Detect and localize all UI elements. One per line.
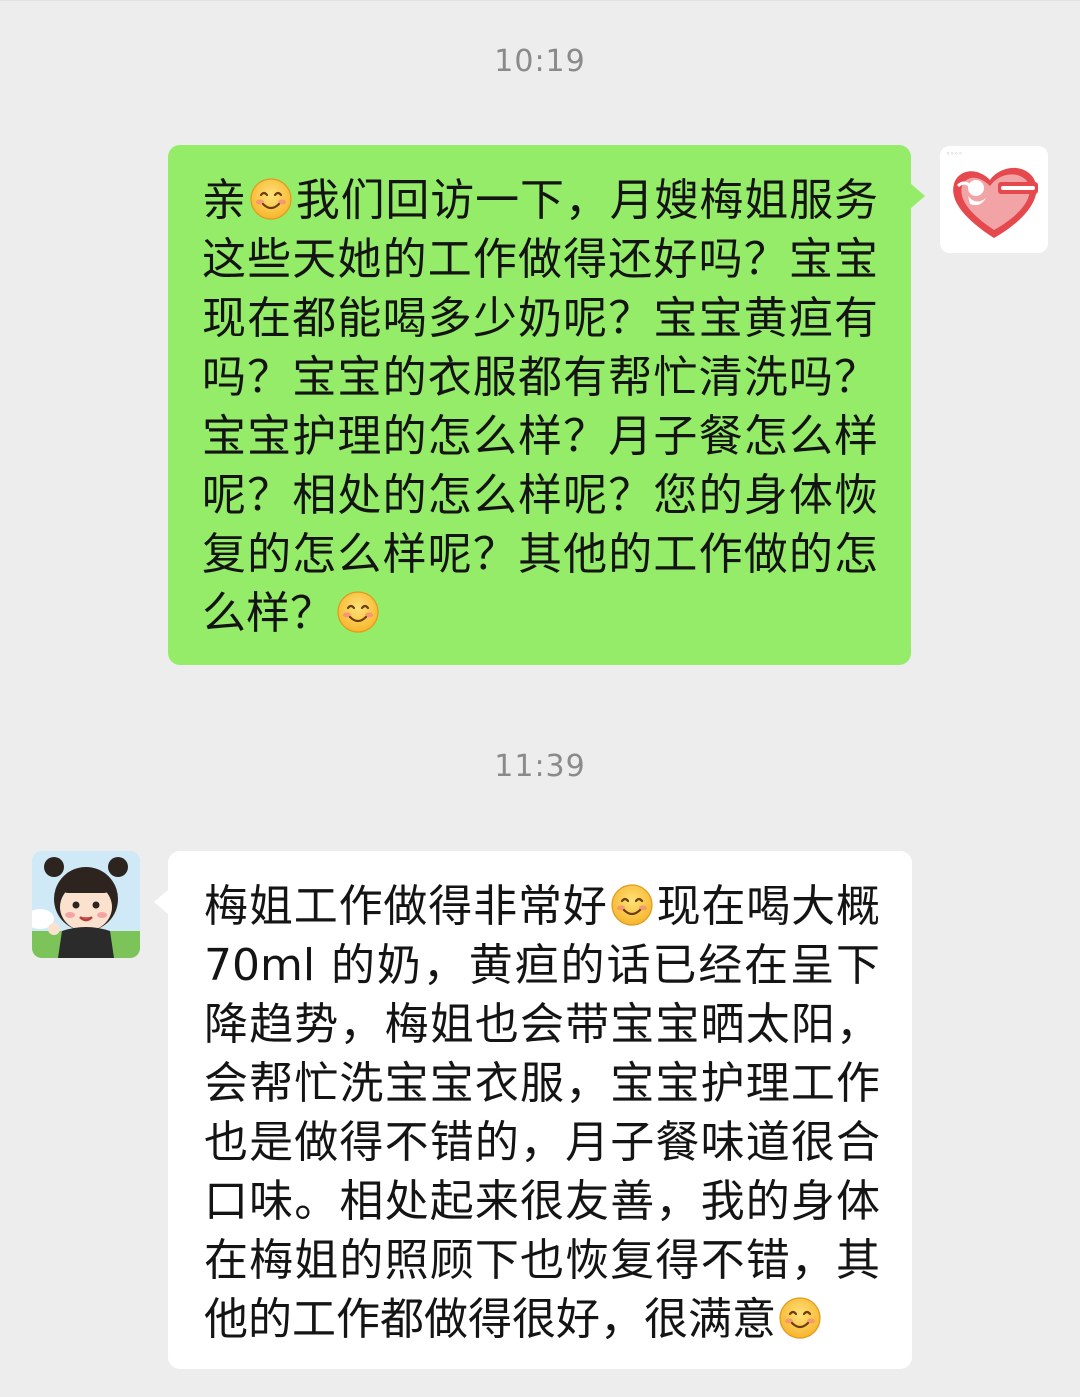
- message-text-segment: 口味。相处起来很友善，我的身体: [204, 1176, 880, 1227]
- message-line: 吗？宝宝的衣服都有帮忙清洗吗？: [202, 348, 878, 407]
- smile-emoji-icon: [249, 177, 293, 221]
- message-text-segment: 么样？: [202, 588, 334, 639]
- message-text-segment: 这些天她的工作做得还好吗？宝宝: [202, 234, 878, 285]
- message-line: 70ml 的奶，黄疸的话已经在呈下: [204, 936, 880, 995]
- contact-avatar[interactable]: [32, 851, 140, 958]
- incoming-message-text: 梅姐工作做得非常好 现在喝大概 70ml 的奶，黄疸的话已经在呈下 降趋势，梅姐也会带…: [204, 877, 880, 1349]
- message-line: 复的怎么样呢？其他的工作做的怎: [202, 525, 878, 584]
- smile-emoji-icon: [778, 1296, 822, 1340]
- message-line: 呢？相处的怎么样呢？您的身体恢: [202, 466, 878, 525]
- message-text-segment: 在梅姐的照顾下也恢复得不错，其: [204, 1235, 880, 1286]
- message-text-segment: 宝宝护理的怎么样？月子餐怎么样: [202, 411, 878, 462]
- svg-text:◦◦◦◦: ◦◦◦◦: [946, 150, 963, 158]
- message-line: 这些天她的工作做得还好吗？宝宝: [202, 230, 878, 289]
- message-line: 宝宝护理的怎么样？月子餐怎么样: [202, 407, 878, 466]
- message-text-segment: 他的工作都做得很好，很满意: [204, 1294, 776, 1345]
- message-text-segment: 呢？相处的怎么样呢？您的身体恢: [202, 470, 878, 521]
- message-timestamp: 11:39: [494, 749, 586, 784]
- message-text-segment: 亲: [202, 175, 247, 226]
- message-line: 在梅姐的照顾下也恢复得不错，其: [204, 1231, 880, 1290]
- message-line: 亲我们回访一下，月嫂梅姐服务: [202, 171, 878, 230]
- smile-emoji-icon: [336, 590, 380, 634]
- heart-cupid-logo-icon: ◦◦◦◦: [940, 146, 1048, 253]
- message-line: 他的工作都做得很好，很满意: [204, 1290, 880, 1349]
- message-line: 会帮忙洗宝宝衣服，宝宝护理工作: [204, 1054, 880, 1113]
- smile-emoji-icon: [610, 883, 654, 927]
- message-text-segment: 梅姐工作做得非常好: [204, 881, 608, 932]
- message-text-segment: 复的怎么样呢？其他的工作做的怎: [202, 529, 878, 580]
- message-text-segment: 会帮忙洗宝宝衣服，宝宝护理工作: [204, 1058, 880, 1109]
- incoming-message-bubble[interactable]: 梅姐工作做得非常好 现在喝大概 70ml 的奶，黄疸的话已经在呈下 降趋势，梅姐也会带…: [154, 851, 912, 1369]
- message-line: 么样？: [202, 584, 878, 643]
- message-text-segment: 吗？宝宝的衣服都有帮忙清洗吗？: [202, 352, 878, 403]
- cartoon-girl-icon: [32, 851, 140, 958]
- message-text-segment: 现在喝大概: [655, 881, 881, 932]
- message-line: 也是做得不错的，月子餐味道很合: [204, 1113, 880, 1172]
- my-avatar[interactable]: ◦◦◦◦: [940, 146, 1048, 253]
- message-line: 现在都能喝多少奶呢？宝宝黄疸有: [202, 289, 878, 348]
- top-divider: [0, 0, 1080, 1]
- message-text-segment: 降趋势，梅姐也会带宝宝晒太阳，: [204, 999, 880, 1050]
- message-text-segment: 也是做得不错的，月子餐味道很合: [204, 1117, 880, 1168]
- message-text-segment: 现在都能喝多少奶呢？宝宝黄疸有: [202, 293, 878, 344]
- outgoing-message-text: 亲我们回访一下，月嫂梅姐服务 这些天她的工作做得还好吗？宝宝 现在都能喝多少奶呢？宝…: [202, 171, 878, 643]
- message-text-segment: 我们回访一下，月嫂梅姐服务: [294, 175, 879, 226]
- outgoing-message-bubble[interactable]: 亲我们回访一下，月嫂梅姐服务 这些天她的工作做得还好吗？宝宝 现在都能喝多少奶呢？宝…: [168, 145, 925, 665]
- message-line: 梅姐工作做得非常好 现在喝大概: [204, 877, 880, 936]
- message-text-segment: 70ml 的奶，黄疸的话已经在呈下: [204, 940, 880, 991]
- message-line: 口味。相处起来很友善，我的身体: [204, 1172, 880, 1231]
- message-timestamp: 10:19: [494, 44, 586, 79]
- message-line: 降趋势，梅姐也会带宝宝晒太阳，: [204, 995, 880, 1054]
